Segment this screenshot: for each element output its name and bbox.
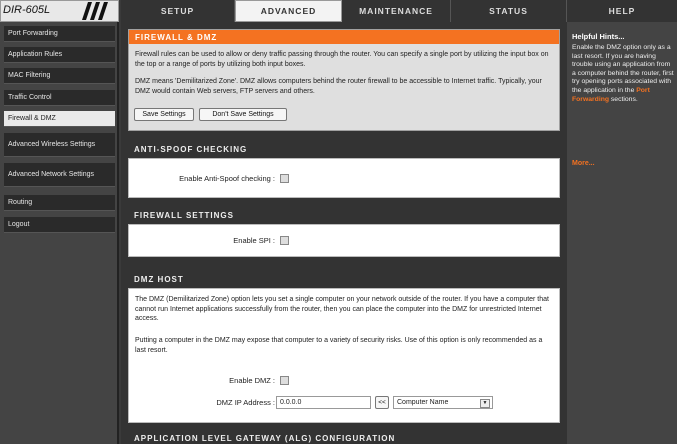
sidebar-item-routing[interactable]: Routing: [4, 195, 115, 211]
dmz-ip-input[interactable]: 0.0.0.0: [276, 396, 371, 409]
tab-setup[interactable]: SETUP: [121, 0, 235, 22]
dmz-description: The DMZ (Demilitarized Zone) option lets…: [135, 296, 549, 322]
tab-status[interactable]: STATUS: [451, 0, 567, 22]
tab-maintenance[interactable]: MAINTENANCE: [342, 0, 451, 22]
enable-dmz-checkbox[interactable]: [280, 376, 289, 385]
computer-name-select[interactable]: Computer Name ▼: [393, 396, 493, 409]
sidebar-item-application-rules[interactable]: Application Rules: [4, 47, 115, 63]
sidebar-item-firewall-dmz[interactable]: Firewall & DMZ: [4, 111, 115, 127]
helpful-hints-text: Enable the DMZ option only as a last res…: [572, 44, 674, 104]
hint-text-post: sections.: [609, 95, 638, 103]
alg-header: APPLICATION LEVEL GATEWAY (ALG) CONFIGUR…: [128, 432, 560, 444]
sidebar-item-advanced-network[interactable]: Advanced Network Settings: [4, 163, 115, 187]
spi-label: Enable SPI :: [233, 236, 275, 245]
sidebar-item-mac-filtering[interactable]: MAC Filtering: [4, 68, 115, 84]
dmz-warning: Putting a computer in the DMZ may expose…: [135, 337, 543, 354]
dmz-ip-label: DMZ IP Address :: [216, 398, 275, 407]
sidebar-item-advanced-wireless[interactable]: Advanced Wireless Settings: [4, 133, 115, 157]
hint-text-pre: Enable the DMZ option only as a last res…: [572, 44, 674, 94]
intro-text-2: DMZ means 'Demilitarized Zone'. DMZ allo…: [135, 78, 542, 95]
page-title: FIREWALL & DMZ: [129, 30, 559, 44]
sidebar: Port Forwarding Application Rules MAC Fi…: [0, 22, 119, 444]
anti-spoof-header: ANTI-SPOOF CHECKING: [128, 141, 560, 157]
logo-bars-icon: [82, 2, 108, 20]
model-logo: DIR-605L: [3, 4, 51, 16]
sidebar-item-port-forwarding[interactable]: Port Forwarding: [4, 26, 115, 42]
enable-dmz-label: Enable DMZ :: [229, 376, 275, 385]
save-settings-button[interactable]: Save Settings: [134, 108, 194, 121]
dmz-host-header: DMZ HOST: [128, 271, 560, 287]
sidebar-item-traffic-control[interactable]: Traffic Control: [4, 90, 115, 106]
chevron-down-icon: ▼: [480, 399, 490, 408]
computer-name-select-value: Computer Name: [397, 399, 449, 406]
tab-advanced[interactable]: ADVANCED: [235, 0, 342, 22]
anti-spoof-checkbox[interactable]: [280, 174, 289, 183]
anti-spoof-label: Enable Anti-Spoof checking :: [179, 174, 275, 183]
more-link[interactable]: More...: [572, 160, 595, 167]
intro-text-1: Firewall rules can be used to allow or d…: [135, 51, 549, 68]
copy-computer-button[interactable]: <<: [375, 396, 389, 409]
tab-help[interactable]: HELP: [567, 0, 677, 22]
sidebar-item-logout[interactable]: Logout: [4, 217, 115, 233]
firewall-settings-header: FIREWALL SETTINGS: [128, 207, 560, 223]
helpful-hints-title: Helpful Hints...: [572, 32, 625, 41]
spi-checkbox[interactable]: [280, 236, 289, 245]
dont-save-settings-button[interactable]: Don't Save Settings: [199, 108, 287, 121]
